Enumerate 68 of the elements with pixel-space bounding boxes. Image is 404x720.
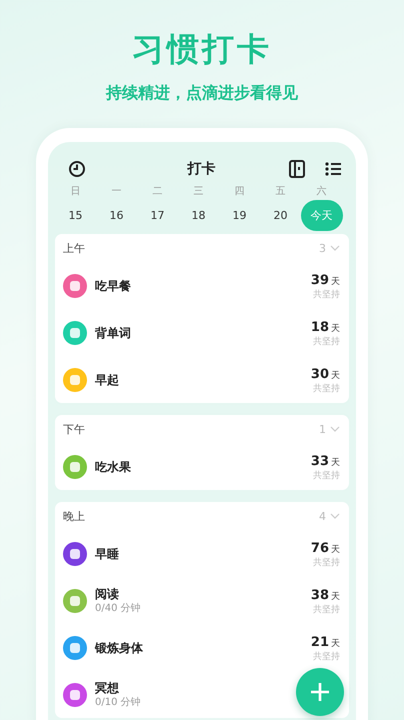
minutes-text: 0/10 分钟 xyxy=(95,696,141,710)
streak-count: 21 xyxy=(310,635,329,650)
weekday-label: 二 xyxy=(152,185,164,199)
streak-caption: 共坚持 xyxy=(312,604,340,617)
streak-count: 76 xyxy=(310,541,329,556)
habit-row[interactable]: 锻炼身体 21 天 共坚持 xyxy=(63,624,340,671)
habit-name: 锻炼身体 xyxy=(95,640,143,656)
plus-icon xyxy=(310,682,330,702)
section-title: 晚上 xyxy=(63,508,85,524)
date-item[interactable]: 16 xyxy=(96,200,138,231)
notebook-icon[interactable] xyxy=(289,160,305,178)
date-item[interactable]: 17 xyxy=(136,200,178,231)
section-count: 4 xyxy=(319,510,326,522)
habit-name: 吃早餐 xyxy=(95,278,131,294)
chevron-down-icon[interactable] xyxy=(330,513,340,519)
streak-caption: 共坚持 xyxy=(312,288,340,302)
streak-unit: 天 xyxy=(331,371,340,381)
headline: 习惯打卡 xyxy=(132,29,272,70)
streak-count: 38 xyxy=(310,588,329,603)
habit-name: 早起 xyxy=(95,372,119,388)
streak-caption: 共坚持 xyxy=(312,336,340,349)
habit-name: 背单词 xyxy=(95,324,131,340)
habit-name: 早睡 xyxy=(95,546,119,562)
habit-row[interactable]: 早睡 76 天 共坚持 xyxy=(63,530,340,577)
habit-row[interactable]: 吃早餐 39 天 共坚持 xyxy=(63,262,340,309)
streak-count: 33 xyxy=(310,454,329,469)
habit-name: 冥想 xyxy=(95,680,120,696)
date-item[interactable]: 19 xyxy=(218,200,260,231)
chevron-down-icon[interactable] xyxy=(330,426,340,432)
streak-unit: 天 xyxy=(331,324,340,334)
streak-caption: 共坚持 xyxy=(312,650,340,664)
habit-row[interactable]: 阅读 0/40 分钟 38 天 共坚持 xyxy=(63,577,340,624)
section-title: 下午 xyxy=(63,422,85,436)
date-item[interactable]: 20 xyxy=(260,200,302,231)
habit-row[interactable]: 冥想 0/10 分钟 xyxy=(63,671,280,718)
list-icon[interactable] xyxy=(325,162,341,176)
habit-row[interactable]: 背单词 18 天 共坚持 xyxy=(63,309,340,356)
weekday-label: 六 xyxy=(316,184,328,199)
habit-row[interactable]: 早起 30 天 共坚持 xyxy=(63,356,340,403)
weekday-label: 一 xyxy=(110,185,122,199)
streak-unit: 天 xyxy=(331,458,340,468)
streak-caption: 共坚持 xyxy=(312,382,340,396)
streak-count: 30 xyxy=(310,367,329,382)
streak-caption: 共坚持 xyxy=(312,556,340,570)
section-count: 3 xyxy=(319,242,326,254)
streak-unit: 天 xyxy=(331,277,340,287)
weekday-label: 日 xyxy=(70,185,82,199)
date-item[interactable]: 18 xyxy=(178,200,220,231)
habit-name: 吃水果 xyxy=(95,458,131,474)
screen-title: 打卡 xyxy=(186,160,216,178)
streak-unit: 天 xyxy=(331,545,340,555)
streak-unit: 天 xyxy=(331,639,340,649)
weekday-label: 三 xyxy=(192,185,204,199)
habit-name: 阅读 xyxy=(95,586,120,602)
section-count: 1 xyxy=(319,422,326,436)
tagline: 持续精进，点滴进步看得见 xyxy=(106,82,298,104)
weekday-label: 五 xyxy=(274,185,286,199)
weekday-label: 四 xyxy=(234,185,246,199)
minutes-text: 0/40 分钟 xyxy=(95,602,141,616)
date-item[interactable]: 15 xyxy=(54,200,96,231)
chevron-down-icon[interactable] xyxy=(330,245,340,251)
section-title: 上午 xyxy=(63,240,85,256)
habit-row[interactable]: 吃水果 33 天 共坚持 xyxy=(63,443,340,490)
streak-caption: 共坚持 xyxy=(312,470,340,483)
streak-count: 18 xyxy=(310,320,329,335)
streak-count: 39 xyxy=(310,273,329,288)
streak-unit: 天 xyxy=(331,592,340,602)
clock-icon[interactable] xyxy=(68,160,86,178)
